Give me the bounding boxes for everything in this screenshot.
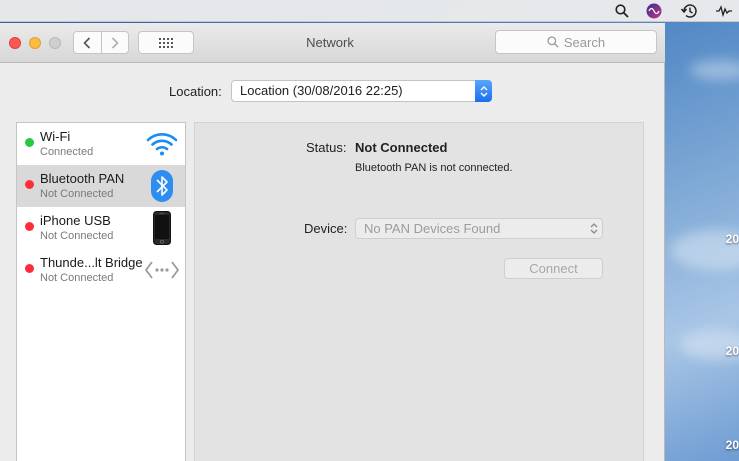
connect-button[interactable]: Connect	[504, 258, 603, 279]
service-item-bluetooth-pan[interactable]: Bluetooth PAN Not Connected	[17, 165, 185, 207]
wifi-icon	[145, 128, 179, 160]
device-select[interactable]: No PAN Devices Found	[355, 218, 603, 239]
service-name: iPhone USB	[40, 213, 111, 228]
siri-icon[interactable]	[645, 2, 663, 20]
service-item-iphone-usb[interactable]: iPhone USB Not Connected	[17, 207, 185, 249]
title-bar: Network Search	[0, 23, 665, 63]
status-dot	[25, 180, 34, 189]
up-down-chevron-icon	[590, 219, 598, 238]
service-list: Wi-Fi Connected Bluetooth PAN Not Connec…	[16, 122, 186, 461]
up-down-chevron-icon	[480, 85, 487, 97]
status-label: Status:	[306, 140, 347, 155]
search-icon	[547, 36, 559, 48]
service-status: Not Connected	[40, 272, 114, 284]
spotlight-search-icon[interactable]	[613, 2, 631, 20]
desktop-label: 20	[725, 344, 739, 358]
service-status: Not Connected	[40, 188, 114, 200]
status-dot	[25, 222, 34, 231]
service-status: Not Connected	[40, 230, 114, 242]
service-item-thunderbolt-bridge[interactable]: Thunde...lt Bridge Not Connected	[17, 249, 185, 291]
location-stepper[interactable]	[475, 80, 492, 102]
service-status: Connected	[40, 146, 94, 158]
thunderbolt-bridge-icon	[145, 254, 179, 286]
location-value: Location (30/08/2016 22:25)	[240, 83, 403, 98]
service-item-wifi[interactable]: Wi-Fi Connected	[17, 123, 185, 165]
search-field[interactable]: Search	[495, 30, 657, 54]
service-name: Wi-Fi	[40, 129, 71, 144]
location-select[interactable]: Location (30/08/2016 22:25)	[231, 80, 492, 102]
network-preferences-window: Network Search Location: Location (30/08…	[0, 23, 665, 461]
device-label: Device:	[304, 221, 348, 236]
menu-bar	[0, 0, 739, 22]
device-value: No PAN Devices Found	[364, 221, 501, 236]
status-value: Not Connected	[355, 140, 448, 155]
desktop-label: 20	[725, 232, 739, 246]
status-dot	[25, 264, 34, 273]
search-placeholder: Search	[563, 34, 606, 50]
status-dot	[25, 138, 34, 147]
service-name: Thunde...lt Bridge	[40, 255, 143, 270]
desktop-label: 20	[725, 438, 739, 452]
activity-monitor-icon[interactable]	[715, 2, 733, 20]
time-machine-icon[interactable]	[680, 2, 698, 20]
bluetooth-icon	[145, 170, 179, 202]
service-name: Bluetooth PAN	[40, 171, 125, 186]
status-description: Bluetooth PAN is not connected.	[355, 162, 513, 174]
iphone-icon	[145, 211, 179, 245]
location-label: Location:	[169, 84, 222, 99]
